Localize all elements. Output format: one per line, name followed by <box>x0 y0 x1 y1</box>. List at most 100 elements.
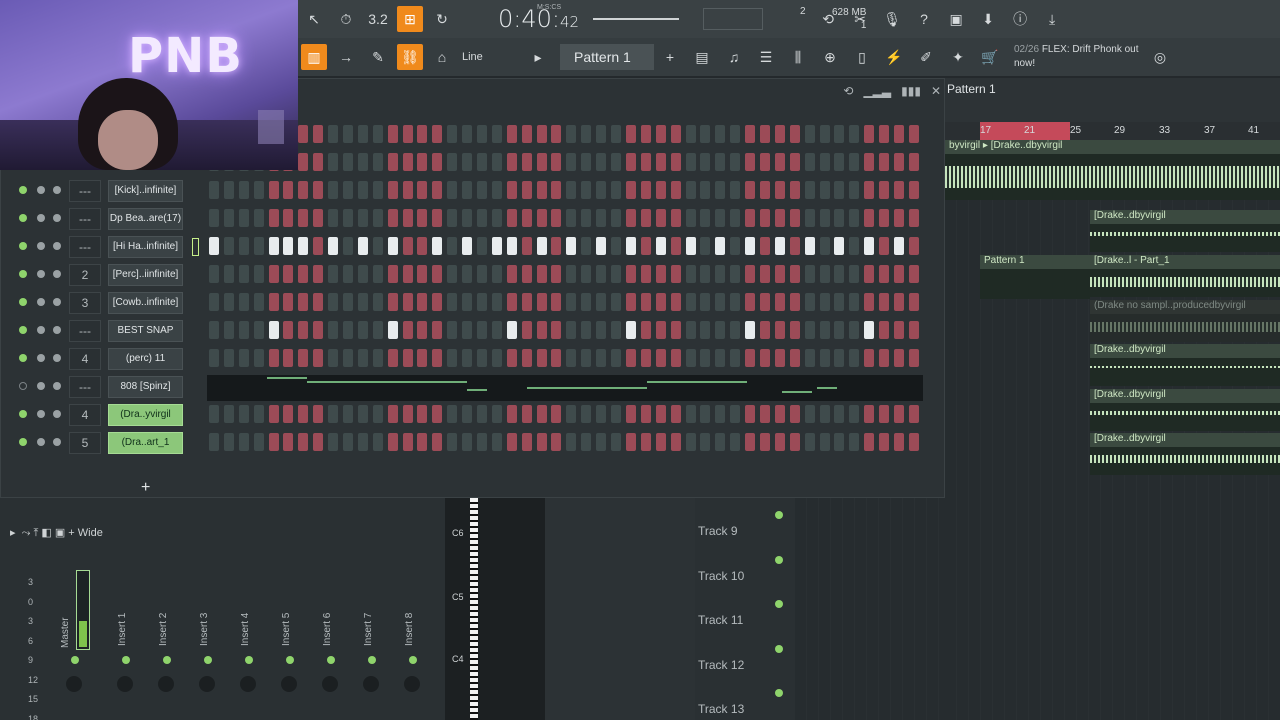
mixer-track-number[interactable]: 3 <box>69 292 101 314</box>
step-button[interactable] <box>298 433 309 451</box>
step-button[interactable] <box>640 349 651 367</box>
step-button[interactable] <box>566 153 577 171</box>
step-button[interactable] <box>506 405 517 423</box>
step-button[interactable] <box>715 349 726 367</box>
step-button[interactable] <box>700 125 711 143</box>
step-button[interactable] <box>625 433 636 451</box>
step-button[interactable] <box>730 321 741 339</box>
step-button[interactable] <box>223 433 234 451</box>
step-button[interactable] <box>491 265 502 283</box>
step-button[interactable] <box>521 265 532 283</box>
step-button[interactable] <box>581 209 592 227</box>
step-button[interactable] <box>447 209 458 227</box>
step-button[interactable] <box>343 349 354 367</box>
step-button[interactable] <box>640 433 651 451</box>
volume-knob[interactable] <box>53 214 61 222</box>
step-button[interactable] <box>849 293 860 311</box>
step-button[interactable] <box>834 293 845 311</box>
playlist-icon[interactable]: ▤ <box>689 44 715 70</box>
step-button[interactable] <box>804 349 815 367</box>
insert-pan-knob[interactable] <box>363 676 379 692</box>
step-button[interactable] <box>596 349 607 367</box>
step-button[interactable] <box>343 293 354 311</box>
step-button[interactable] <box>804 265 815 283</box>
insert-pan-knob[interactable] <box>281 676 297 692</box>
step-button[interactable] <box>685 209 696 227</box>
step-button[interactable] <box>700 209 711 227</box>
insert-enable-led[interactable] <box>327 656 335 664</box>
step-button[interactable] <box>402 237 413 255</box>
step-button[interactable] <box>774 209 785 227</box>
step-button[interactable] <box>372 293 383 311</box>
step-button[interactable] <box>908 321 919 339</box>
step-button[interactable] <box>581 433 592 451</box>
step-button[interactable] <box>343 321 354 339</box>
step-button[interactable] <box>328 125 339 143</box>
step-button[interactable] <box>596 405 607 423</box>
step-button[interactable] <box>670 405 681 423</box>
step-button[interactable] <box>328 321 339 339</box>
step-button[interactable] <box>879 181 890 199</box>
step-button[interactable] <box>298 321 309 339</box>
step-button[interactable] <box>268 349 279 367</box>
step-button[interactable] <box>313 293 324 311</box>
step-button[interactable] <box>343 433 354 451</box>
insert-enable-led[interactable] <box>368 656 376 664</box>
channel-name-button[interactable]: (Dra..art_1 <box>108 432 183 454</box>
mixer-icon[interactable]: ⫼ <box>785 44 811 70</box>
step-button[interactable] <box>745 181 756 199</box>
mixer-track-number[interactable]: 2 <box>69 264 101 286</box>
mute-led[interactable] <box>19 214 27 222</box>
step-button[interactable] <box>357 349 368 367</box>
step-button[interactable] <box>715 321 726 339</box>
step-button[interactable] <box>328 265 339 283</box>
step-button[interactable] <box>328 405 339 423</box>
track-label[interactable]: Track 10 <box>698 569 744 583</box>
mute-led[interactable] <box>19 326 27 334</box>
step-button[interactable] <box>715 433 726 451</box>
step-button[interactable] <box>223 237 234 255</box>
step-button[interactable] <box>670 265 681 283</box>
step-button[interactable] <box>566 209 577 227</box>
step-button[interactable] <box>357 405 368 423</box>
step-button[interactable] <box>655 181 666 199</box>
step-button[interactable] <box>789 153 800 171</box>
step-button[interactable] <box>387 209 398 227</box>
step-button[interactable] <box>298 293 309 311</box>
step-button[interactable] <box>864 265 875 283</box>
step-button[interactable] <box>759 181 770 199</box>
step-button[interactable] <box>596 433 607 451</box>
step-button[interactable] <box>209 209 219 227</box>
step-button[interactable] <box>298 349 309 367</box>
step-button[interactable] <box>879 153 890 171</box>
step-button[interactable] <box>432 265 443 283</box>
step-button[interactable] <box>774 321 785 339</box>
step-button[interactable] <box>685 293 696 311</box>
step-button[interactable] <box>581 237 592 255</box>
step-button[interactable] <box>879 265 890 283</box>
step-button[interactable] <box>819 209 830 227</box>
volume-knob[interactable] <box>53 354 61 362</box>
step-button[interactable] <box>432 237 443 255</box>
step-button[interactable] <box>789 209 800 227</box>
step-button[interactable] <box>387 405 398 423</box>
mixer-insert-strip[interactable]: Insert 8 <box>392 560 432 718</box>
step-button[interactable] <box>462 237 473 255</box>
step-button[interactable] <box>462 433 473 451</box>
step-button[interactable] <box>387 153 398 171</box>
step-button[interactable] <box>313 321 324 339</box>
step-button[interactable] <box>566 125 577 143</box>
step-button[interactable] <box>238 237 249 255</box>
step-button[interactable] <box>670 181 681 199</box>
step-button[interactable] <box>298 153 309 171</box>
mute-led[interactable] <box>19 354 27 362</box>
step-button[interactable] <box>625 153 636 171</box>
volume-knob[interactable] <box>53 270 61 278</box>
step-button[interactable] <box>238 405 249 423</box>
step-button[interactable] <box>640 209 651 227</box>
step-button[interactable] <box>328 181 339 199</box>
step-edit-icon[interactable]: ⊞ <box>397 6 423 32</box>
step-button[interactable] <box>343 237 354 255</box>
step-button[interactable] <box>774 265 785 283</box>
step-button[interactable] <box>730 209 741 227</box>
